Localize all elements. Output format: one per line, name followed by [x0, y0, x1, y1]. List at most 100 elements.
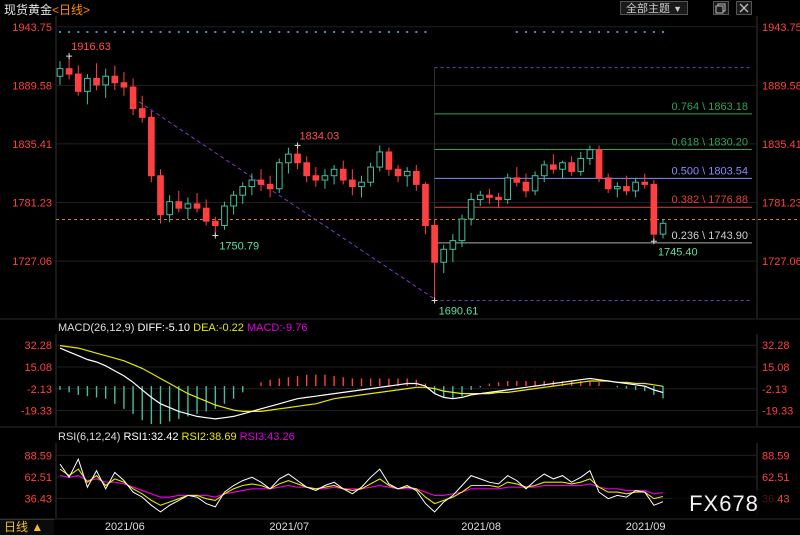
event-marker-dot — [95, 31, 98, 33]
event-marker-dot — [652, 31, 655, 33]
event-marker-dot — [378, 31, 381, 33]
candle-body — [449, 240, 457, 250]
fib-level-label: 0.618 \ 1830.20 — [672, 137, 748, 149]
candle-body — [559, 162, 566, 170]
event-marker-dot — [643, 31, 646, 33]
candle-body — [202, 207, 210, 222]
high-marker — [66, 53, 73, 60]
event-marker-dot — [333, 31, 336, 33]
candle-body — [166, 201, 173, 216]
candle-body — [550, 164, 557, 170]
candle-body — [248, 179, 256, 188]
candle-body — [303, 162, 311, 177]
candle-body — [568, 162, 575, 172]
event-marker-dot — [524, 31, 527, 33]
candle-body — [613, 186, 621, 190]
event-marker-dot — [141, 31, 144, 33]
fx678-watermark: FX678 — [672, 490, 776, 518]
event-marker-dot — [232, 31, 235, 33]
candle-body — [339, 168, 347, 181]
candle-body — [431, 224, 438, 263]
event-marker-dot — [287, 31, 290, 33]
event-marker-dot — [186, 31, 189, 33]
macd-y-tick-left: 15.08 — [24, 362, 52, 374]
candle-body — [257, 179, 265, 185]
event-marker-dot — [77, 31, 80, 33]
event-marker-dot — [323, 31, 326, 33]
candle-body — [74, 73, 82, 92]
event-marker-dot — [406, 31, 409, 33]
candle-body — [586, 149, 594, 159]
event-marker-dot — [113, 31, 116, 33]
candle-body — [193, 203, 201, 209]
event-marker-dot — [515, 31, 518, 33]
event-marker-dot — [625, 31, 628, 33]
high-marker — [294, 142, 301, 149]
candle-body — [412, 170, 420, 185]
candle-body — [385, 151, 393, 170]
fib-level-label: 0.236 \ 1743.90 — [672, 230, 748, 242]
event-marker-dot — [214, 31, 217, 33]
candle-body — [367, 166, 374, 183]
candle-body — [56, 68, 64, 77]
event-marker-dot — [342, 31, 345, 33]
event-marker-dot — [177, 31, 180, 33]
candle-body — [604, 177, 612, 190]
event-marker-dot — [543, 31, 546, 33]
rsi-y-tick-left: 62.51 — [24, 472, 52, 484]
candle-body — [330, 168, 338, 177]
low-annotation: 1690.61 — [439, 306, 479, 318]
event-marker-dot — [159, 31, 162, 33]
macd-diff-label: DIFF:-5.10 — [137, 322, 191, 334]
candle-body — [120, 82, 128, 88]
candle-body — [93, 77, 100, 86]
rsi1-label: RSI1:32.42 — [123, 431, 179, 443]
candle-body — [376, 151, 384, 168]
event-marker-dot — [634, 31, 637, 33]
event-marker-dot — [351, 31, 354, 33]
event-marker-dot — [223, 31, 226, 33]
high-annotation: 1916.63 — [71, 41, 111, 53]
low-annotation: 1750.79 — [219, 240, 259, 252]
event-marker-dot — [59, 31, 61, 33]
candle-body — [422, 183, 429, 226]
event-marker-dot — [369, 31, 372, 33]
timeframe-selector[interactable]: 日线 ▲ — [0, 519, 54, 535]
candle-body — [321, 175, 329, 181]
candle-body — [458, 218, 466, 242]
candle-body — [294, 153, 301, 164]
candle-body — [211, 220, 219, 226]
event-marker-dot — [616, 31, 619, 33]
price-y-tick-right: 1835.41 — [762, 139, 800, 151]
x-axis-date-label: 2021/09 — [626, 521, 666, 533]
price-y-tick-right: 1727.06 — [762, 256, 800, 268]
candle-body — [476, 194, 484, 201]
macd-y-tick-right: 32.28 — [762, 340, 790, 352]
candle-body — [623, 186, 630, 192]
candle-body — [467, 199, 475, 220]
high-annotation: 1834.03 — [300, 130, 340, 142]
fib-level-label: 0.764 \ 1863.18 — [672, 101, 748, 113]
event-marker-dot — [196, 31, 199, 33]
event-marker-dot — [250, 31, 253, 33]
event-marker-dot — [360, 31, 363, 33]
event-marker-dot — [150, 31, 153, 33]
candle-body — [129, 86, 137, 110]
candle-body — [349, 179, 356, 188]
macd-y-tick-right: -2.13 — [762, 384, 787, 396]
candle-body — [394, 168, 402, 177]
candle-body — [65, 68, 73, 75]
macd-y-tick-left: -2.13 — [27, 384, 52, 396]
candle-body — [440, 248, 448, 263]
candle-body — [239, 186, 247, 196]
candle-body — [513, 177, 521, 183]
event-marker-dot — [260, 31, 262, 33]
event-marker-dot — [205, 31, 208, 33]
event-marker-dot — [607, 31, 610, 33]
rsi2-label: RSI2:38.69 — [181, 431, 237, 443]
event-marker-dot — [415, 31, 418, 33]
candle-body — [486, 194, 493, 198]
candle-body — [522, 181, 530, 192]
event-marker-dot — [104, 31, 107, 33]
candle-body — [632, 181, 639, 192]
